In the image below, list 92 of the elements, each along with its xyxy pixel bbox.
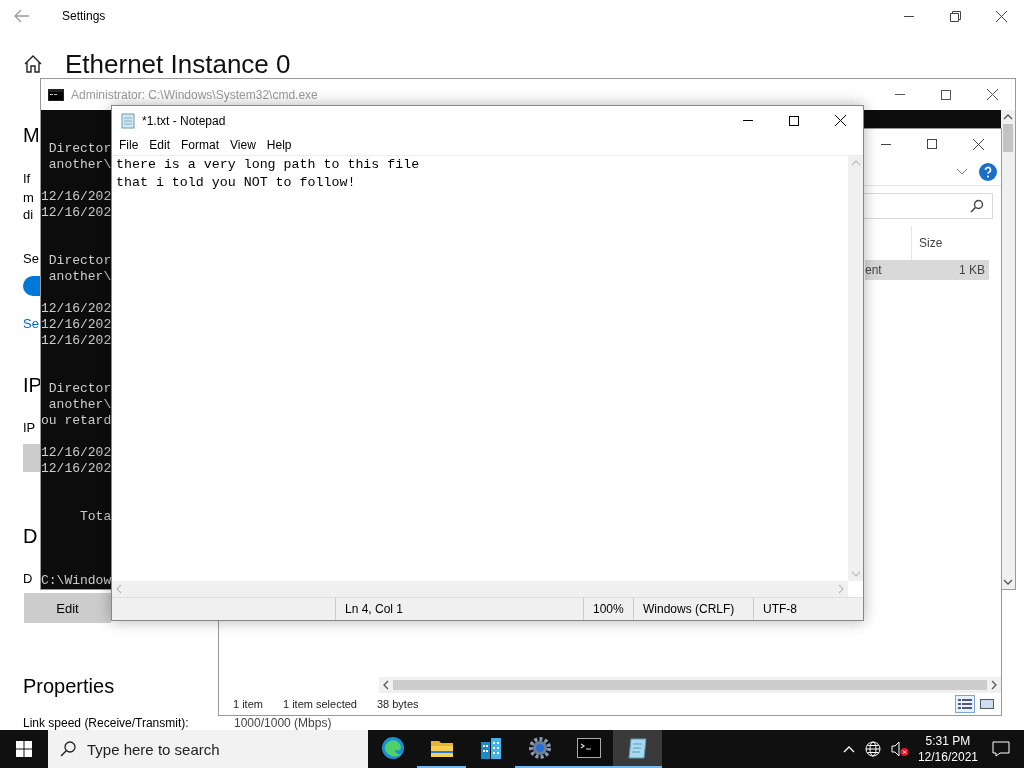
console-line: 12/16/202 (41, 445, 112, 461)
console-line: 12/16/202 (41, 317, 112, 333)
console-line: Tota (79, 509, 112, 525)
console-line: 12/16/202 (41, 461, 112, 477)
chevron-up-icon[interactable] (842, 745, 855, 753)
minimize-icon (904, 15, 914, 17)
console-line: 12/16/202 (41, 333, 112, 349)
maximize-icon (941, 89, 951, 100)
table-cell-text: 1 KB (958, 263, 986, 277)
status-text: 1 item (233, 698, 263, 710)
console-line: C:\Window (41, 573, 112, 589)
console-line: Director (47, 381, 112, 397)
menu-item[interactable]: Edit (149, 138, 177, 152)
swirl-icon (380, 736, 405, 760)
console-line: 12/16/202 (41, 301, 112, 317)
search-field[interactable]: Type here to search (48, 730, 368, 768)
input-field[interactable] (23, 444, 40, 472)
close-icon (995, 10, 1007, 22)
restore-icon (949, 10, 961, 22)
minimize-icon (881, 143, 891, 145)
folder-icon (429, 738, 454, 758)
toggle-switch[interactable] (23, 276, 40, 296)
status-text: Ln 4, Col 1 (335, 598, 583, 620)
scroll-thumb[interactable] (393, 680, 987, 690)
minimize-icon (895, 94, 905, 95)
globe-icon[interactable] (864, 741, 881, 757)
back-arrow-icon[interactable] (14, 9, 30, 23)
menu-item[interactable]: Format (181, 138, 226, 152)
setting-text: Se (23, 249, 39, 267)
text-editor[interactable]: there is a very long path to this file that i told you NOT to follow! (112, 156, 848, 581)
maximize-icon (789, 115, 799, 126)
close-icon (834, 115, 846, 126)
edit-button[interactable]: Edit (24, 593, 111, 623)
section-heading: Properties (23, 674, 115, 699)
menu-item[interactable]: Help (266, 138, 298, 152)
buildings-icon (478, 736, 503, 760)
maximize-icon (927, 139, 937, 149)
status-text: 1 item selected (282, 698, 357, 710)
settings-link[interactable]: Se (23, 314, 39, 332)
setting-text: m (23, 188, 34, 206)
speaker-muted-icon[interactable] (890, 741, 909, 757)
scroll-thumb[interactable] (1003, 124, 1013, 152)
details-view-button[interactable] (955, 695, 975, 713)
home-icon[interactable] (23, 54, 43, 74)
property-label: Link speed (Receive/Transmit): (23, 716, 190, 730)
minimize-icon (743, 120, 753, 121)
window-title: Administrator: C:\Windows\System32\cmd.exe (71, 87, 318, 102)
setting-text: IP (23, 418, 36, 436)
setting-text: D (23, 569, 33, 587)
close-icon (972, 138, 984, 150)
scrollbar[interactable] (379, 677, 1001, 693)
section-heading: M (23, 123, 40, 148)
chevron-down-icon[interactable] (957, 169, 967, 175)
status-text: Windows (CRLF) (633, 598, 753, 620)
notepad-icon (120, 112, 136, 129)
window-title: Settings (62, 9, 106, 23)
property-value: 1000/1000 (Mbps) (234, 716, 332, 730)
table-cell-text: ent (865, 263, 883, 277)
status-text: 100% (583, 598, 633, 620)
console-line: ou retard (41, 413, 112, 429)
window-title: *1.txt - Notepad (142, 113, 226, 128)
console-line: 12/16/202 (41, 205, 112, 221)
setting-text: If (23, 169, 31, 187)
clock-time[interactable]: 5:31 PM (925, 733, 971, 749)
file-row[interactable]: ent 1 KB (865, 260, 989, 280)
console-line: Director (47, 141, 112, 157)
search-icon (60, 741, 76, 757)
status-text: 38 bytes (376, 698, 419, 710)
windows-logo-icon (16, 741, 32, 757)
gear-icon (527, 736, 552, 760)
setting-text: di (23, 205, 34, 223)
notification-icon[interactable] (992, 741, 1010, 757)
close-icon (986, 89, 998, 100)
console-line: another\ (47, 397, 112, 413)
menu-item[interactable]: View (230, 138, 262, 152)
console-line: 12/16/202 (41, 189, 112, 205)
console-line: Director (47, 253, 112, 269)
section-heading: IP (23, 373, 42, 398)
notepad-icon (625, 736, 650, 760)
console-line: another\ (47, 157, 112, 173)
page-heading: Ethernet Instance 0 (65, 50, 291, 78)
section-heading: D (23, 524, 38, 549)
terminal-icon (576, 738, 601, 758)
help-icon[interactable] (979, 163, 997, 181)
clock-date[interactable]: 12/16/2021 (917, 749, 978, 765)
status-text: UTF-8 (753, 598, 863, 620)
search-icon (970, 199, 984, 213)
console-icon (48, 88, 64, 101)
taskbar-app-button[interactable] (613, 730, 662, 768)
search-field[interactable] (861, 193, 993, 219)
menu-item[interactable]: File (119, 138, 145, 152)
console-line: another\ (47, 269, 112, 285)
